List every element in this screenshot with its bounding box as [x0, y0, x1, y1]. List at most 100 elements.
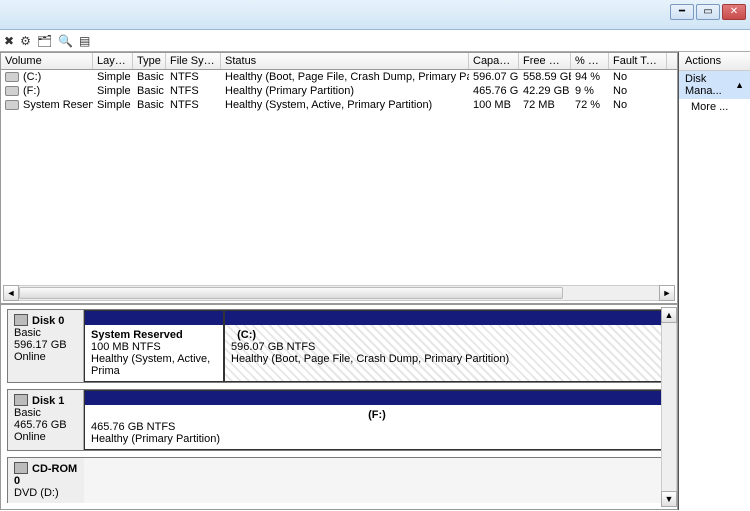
vertical-scrollbar[interactable]: ▲ ▼: [661, 307, 677, 507]
disk-icon: [14, 314, 28, 326]
disk-label: CD-ROM 0 DVD (D:): [8, 458, 84, 503]
cell-layout: Simple: [93, 70, 133, 84]
cell-pct: 9 %: [571, 84, 609, 98]
col-capacity[interactable]: Capacity: [469, 53, 519, 69]
cell-capacity: 465.76 GB: [469, 84, 519, 98]
partition-size: 465.76 GB NTFS: [91, 421, 175, 433]
cell-status: Healthy (Boot, Page File, Crash Dump, Pr…: [221, 70, 469, 84]
disk-map: Disk 0 Basic 596.17 GB Online System Res…: [0, 304, 677, 510]
list-icon[interactable]: ▤: [79, 35, 90, 47]
col-filesystem[interactable]: File System: [166, 53, 221, 69]
actions-header: Actions: [679, 52, 750, 71]
disk-state: Online: [14, 351, 46, 363]
window-titlebar: ━ ▭ ✕: [0, 0, 750, 30]
partition-name: System Reserved: [91, 329, 183, 341]
col-type[interactable]: Type: [133, 53, 166, 69]
partition-name: (C:): [237, 329, 256, 341]
maximize-button[interactable]: ▭: [696, 4, 720, 20]
disk-size: 596.17 GB: [14, 339, 67, 351]
delete-icon[interactable]: ✖: [4, 35, 14, 47]
partition-status: Healthy (Primary Partition): [91, 433, 220, 445]
col-faulttol[interactable]: Fault Toler: [609, 53, 667, 69]
disk-title: Disk 1: [32, 395, 64, 407]
volume-name: (C:): [23, 71, 41, 83]
cell-free: 558.59 GB: [519, 70, 571, 84]
col-layout[interactable]: Layout: [93, 53, 133, 69]
partition[interactable]: (C:) 596.07 GB NTFS Healthy (Boot, Page …: [224, 310, 670, 382]
cell-type: Basic: [133, 98, 166, 112]
partition[interactable]: System Reserved 100 MB NTFS Healthy (Sys…: [84, 310, 224, 382]
scroll-right-icon[interactable]: ►: [659, 285, 675, 301]
cell-ft: No: [609, 98, 667, 112]
action-diskmgmt[interactable]: Disk Mana... ▲: [679, 71, 750, 99]
partition-status: Healthy (System, Active, Prima: [91, 353, 210, 377]
disk-label: Disk 1 Basic 465.76 GB Online: [8, 390, 84, 450]
disk-type: Basic: [14, 327, 41, 339]
settings-icon[interactable]: ⚙: [20, 35, 31, 47]
cdrom-sub: DVD (D:): [14, 487, 59, 499]
cell-status: Healthy (Primary Partition): [221, 84, 469, 98]
col-volume[interactable]: Volume: [1, 53, 93, 69]
partition-header: [225, 311, 669, 325]
scroll-down-icon[interactable]: ▼: [661, 491, 677, 507]
actions-panel: Actions Disk Mana... ▲ More ...: [678, 52, 750, 510]
volume-table-body: (C:) Simple Basic NTFS Healthy (Boot, Pa…: [0, 70, 677, 304]
disk-type: Basic: [14, 407, 41, 419]
disk-state: Online: [14, 431, 46, 443]
disk-block[interactable]: Disk 1 Basic 465.76 GB Online (F:) 465.7…: [7, 389, 671, 451]
scroll-thumb[interactable]: [19, 287, 563, 299]
cell-fs: NTFS: [166, 84, 221, 98]
disk-label: Disk 0 Basic 596.17 GB Online: [8, 310, 84, 382]
scroll-track[interactable]: [661, 323, 677, 491]
horizontal-scrollbar[interactable]: ◄ ►: [3, 285, 675, 301]
toolbar: ✖ ⚙ 🗂 🔍 ▤: [0, 30, 750, 52]
table-row[interactable]: System Reserved Simple Basic NTFS Health…: [1, 98, 677, 112]
disk-block[interactable]: CD-ROM 0 DVD (D:): [7, 457, 671, 503]
cell-pct: 94 %: [571, 70, 609, 84]
action-more[interactable]: More ...: [679, 99, 750, 115]
scroll-left-icon[interactable]: ◄: [3, 285, 19, 301]
cell-ft: No: [609, 84, 667, 98]
cell-status: Healthy (System, Active, Primary Partiti…: [221, 98, 469, 112]
find-icon[interactable]: 🔍: [58, 35, 73, 47]
table-row[interactable]: (C:) Simple Basic NTFS Healthy (Boot, Pa…: [1, 70, 677, 84]
cell-free: 42.29 GB: [519, 84, 571, 98]
disk-block[interactable]: Disk 0 Basic 596.17 GB Online System Res…: [7, 309, 671, 383]
cell-capacity: 596.07 GB: [469, 70, 519, 84]
disk-size: 465.76 GB: [14, 419, 67, 431]
partition[interactable]: (F:) 465.76 GB NTFS Healthy (Primary Par…: [84, 390, 670, 450]
volume-name: (F:): [23, 85, 40, 97]
partition-size: 596.07 GB NTFS: [231, 341, 315, 353]
caret-up-icon: ▲: [735, 80, 744, 90]
cell-ft: No: [609, 70, 667, 84]
partition-status: Healthy (Boot, Page File, Crash Dump, Pr…: [231, 353, 509, 365]
disk-title: Disk 0: [32, 315, 64, 327]
action-label: Disk Mana...: [685, 73, 735, 97]
scroll-track[interactable]: [19, 285, 659, 301]
col-freespace[interactable]: Free Space: [519, 53, 571, 69]
col-status[interactable]: Status: [221, 53, 469, 69]
table-row[interactable]: (F:) Simple Basic NTFS Healthy (Primary …: [1, 84, 677, 98]
scroll-up-icon[interactable]: ▲: [661, 307, 677, 323]
cell-pct: 72 %: [571, 98, 609, 112]
cell-free: 72 MB: [519, 98, 571, 112]
cell-fs: NTFS: [166, 98, 221, 112]
volume-name: System Reserved: [23, 99, 93, 111]
cdrom-icon: [14, 462, 28, 474]
partition-header: [85, 311, 223, 325]
volume-table-header: Volume Layout Type File System Status Ca…: [0, 52, 677, 70]
cell-fs: NTFS: [166, 70, 221, 84]
drive-icon: [5, 72, 19, 82]
partition-size: 100 MB NTFS: [91, 341, 161, 353]
cell-capacity: 100 MB: [469, 98, 519, 112]
cell-type: Basic: [133, 84, 166, 98]
drive-icon: [5, 86, 19, 96]
partition-name: (F:): [368, 409, 386, 421]
cell-layout: Simple: [93, 98, 133, 112]
col-pctfree[interactable]: % Free: [571, 53, 609, 69]
disk-icon: [14, 394, 28, 406]
close-button[interactable]: ✕: [722, 4, 746, 20]
partition-header: [85, 391, 669, 405]
minimize-button[interactable]: ━: [670, 4, 694, 20]
refresh-icon[interactable]: 🗂: [37, 35, 52, 47]
